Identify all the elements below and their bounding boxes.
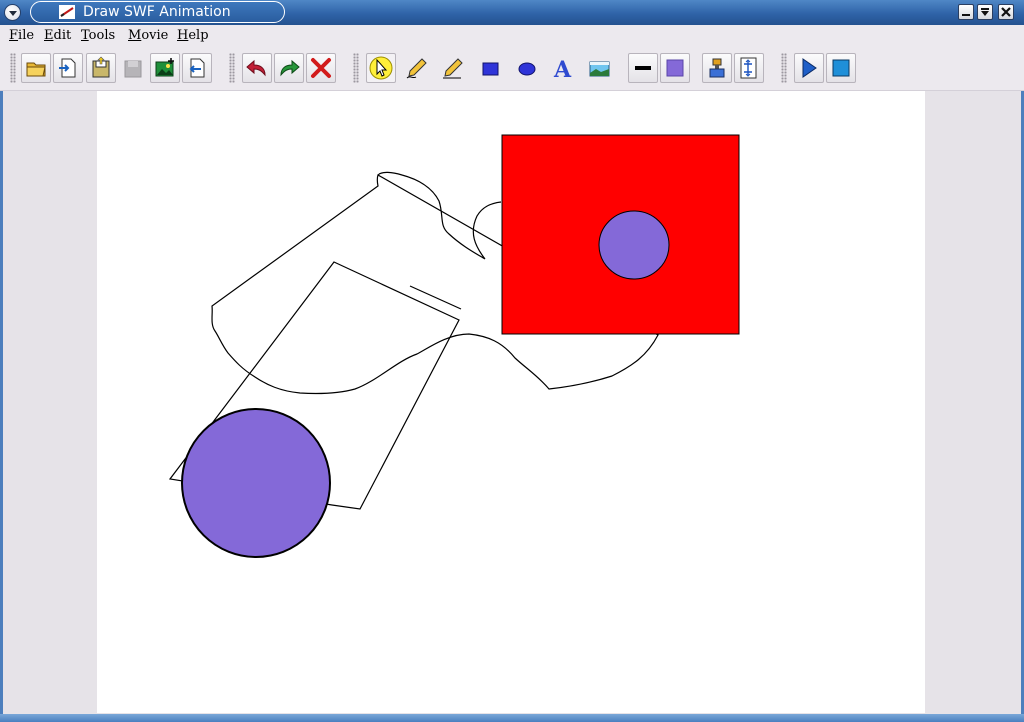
window-title: Draw SWF Animation bbox=[83, 4, 231, 20]
undo-icon bbox=[246, 59, 266, 77]
select-arrow-icon bbox=[369, 56, 393, 80]
toolbar: A bbox=[0, 47, 1024, 91]
rectangle-tool-button[interactable] bbox=[475, 53, 505, 83]
ellipse-tool-button[interactable] bbox=[511, 53, 541, 83]
import-icon bbox=[59, 58, 76, 78]
freehand-pencil-icon bbox=[406, 58, 427, 79]
play-button[interactable] bbox=[794, 53, 824, 83]
menu-movie[interactable]: Movie bbox=[128, 28, 168, 44]
redo-button[interactable] bbox=[274, 53, 304, 83]
purple-circle-shape[interactable] bbox=[181, 408, 331, 558]
title-pill: Draw SWF Animation bbox=[30, 1, 285, 23]
line-color-icon bbox=[635, 66, 651, 70]
save-icon bbox=[92, 56, 110, 78]
maximize-icon bbox=[981, 8, 989, 16]
save-disabled-icon bbox=[124, 60, 142, 78]
fill-color-button[interactable] bbox=[660, 53, 690, 83]
undo-button[interactable] bbox=[242, 53, 272, 83]
minimize-button[interactable] bbox=[958, 4, 974, 20]
menu-tools[interactable]: Tools bbox=[81, 28, 115, 44]
title-bar[interactable]: Draw SWF Animation bbox=[0, 0, 1024, 25]
import-button[interactable] bbox=[53, 53, 83, 83]
toolbar-grip[interactable] bbox=[10, 53, 16, 83]
menu-file[interactable]: File bbox=[9, 28, 34, 44]
image-tool-button[interactable] bbox=[584, 53, 614, 83]
svg-text:A: A bbox=[553, 57, 572, 80]
ellipse-icon bbox=[518, 62, 536, 76]
export-icon bbox=[189, 58, 205, 78]
delete-icon bbox=[311, 58, 331, 78]
drawing-canvas[interactable] bbox=[97, 91, 925, 713]
save-button[interactable] bbox=[86, 53, 116, 83]
rectangle-icon bbox=[482, 62, 499, 76]
menu-edit[interactable]: Edit bbox=[44, 28, 71, 44]
text-tool-button[interactable]: A bbox=[547, 53, 577, 83]
fill-color-icon bbox=[666, 59, 684, 77]
open-button[interactable] bbox=[21, 53, 51, 83]
minimize-icon bbox=[962, 14, 970, 16]
canvas-drawing bbox=[168, 134, 740, 558]
stop-icon bbox=[832, 59, 850, 77]
export-button[interactable] bbox=[182, 53, 212, 83]
redo-icon bbox=[280, 59, 300, 77]
toolbar-grip[interactable] bbox=[229, 53, 235, 83]
app-icon bbox=[59, 5, 75, 19]
line-pencil-icon bbox=[443, 58, 463, 79]
paint-button[interactable] bbox=[702, 53, 732, 83]
line-segment[interactable] bbox=[409, 285, 462, 310]
window-menu-icon[interactable] bbox=[4, 4, 21, 21]
freehand-tool-button[interactable] bbox=[402, 53, 432, 83]
toolbar-grip[interactable] bbox=[353, 53, 359, 83]
select-tool-button[interactable] bbox=[366, 53, 396, 83]
delete-button[interactable] bbox=[306, 53, 336, 83]
menu-help[interactable]: Help bbox=[177, 28, 209, 44]
open-folder-icon bbox=[26, 62, 46, 77]
menu-bar: File Edit Tools Movie Help bbox=[0, 25, 1024, 47]
text-icon: A bbox=[553, 57, 572, 80]
save-disabled-button[interactable] bbox=[118, 53, 148, 83]
properties-icon bbox=[740, 57, 757, 79]
close-icon bbox=[1001, 7, 1011, 17]
line-color-button[interactable] bbox=[628, 53, 658, 83]
close-button[interactable] bbox=[998, 4, 1014, 20]
maximize-button[interactable] bbox=[977, 4, 993, 20]
play-icon bbox=[802, 58, 817, 78]
line-tool-button[interactable] bbox=[438, 53, 468, 83]
insert-image-icon bbox=[155, 58, 174, 77]
window-bottom-frame bbox=[0, 714, 1024, 722]
small-purple-ellipse-shape[interactable] bbox=[598, 210, 670, 280]
insert-image-button[interactable] bbox=[150, 53, 180, 83]
toolbar-grip[interactable] bbox=[781, 53, 787, 83]
image-icon bbox=[589, 61, 610, 77]
properties-button[interactable] bbox=[734, 53, 764, 83]
stop-button[interactable] bbox=[826, 53, 856, 83]
paint-brush-icon bbox=[709, 58, 725, 78]
